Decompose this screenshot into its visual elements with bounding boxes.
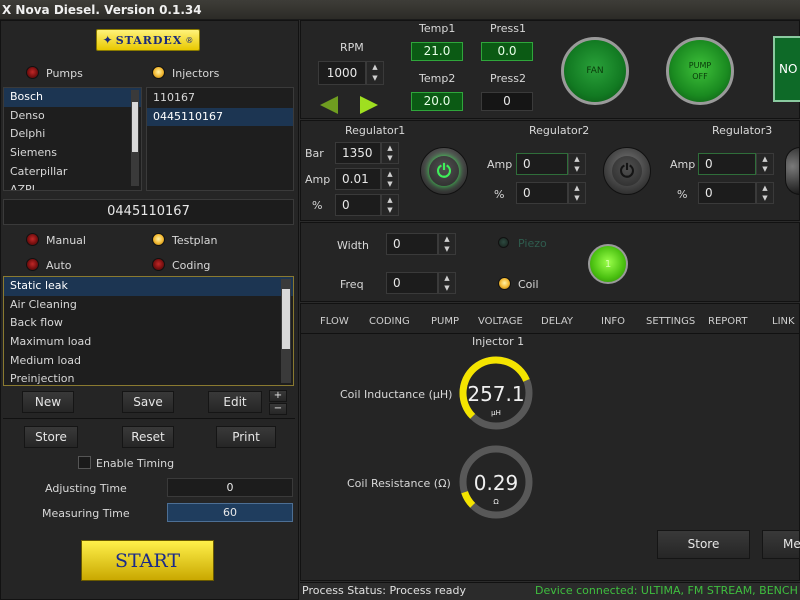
resistance-gauge-arc: [461, 490, 476, 508]
inductance-gauge: 257.1 μH: [459, 356, 533, 430]
resistance-gauge: 0.29 Ω: [459, 445, 533, 519]
resistance-value: 0.29: [474, 471, 519, 495]
inductance-value: 257.1: [467, 382, 524, 406]
resistance-unit: Ω: [493, 498, 499, 506]
device-status: Device connected: ULTIMA, FM STREAM, BEN…: [535, 584, 798, 597]
store-results-button[interactable]: Store: [657, 530, 750, 559]
inductance-unit: μH: [491, 409, 501, 417]
process-status: Process Status: Process ready: [302, 584, 466, 597]
gauges: 257.1 μH 0.29 Ω: [459, 356, 533, 519]
more-button[interactable]: Me: [762, 530, 800, 559]
